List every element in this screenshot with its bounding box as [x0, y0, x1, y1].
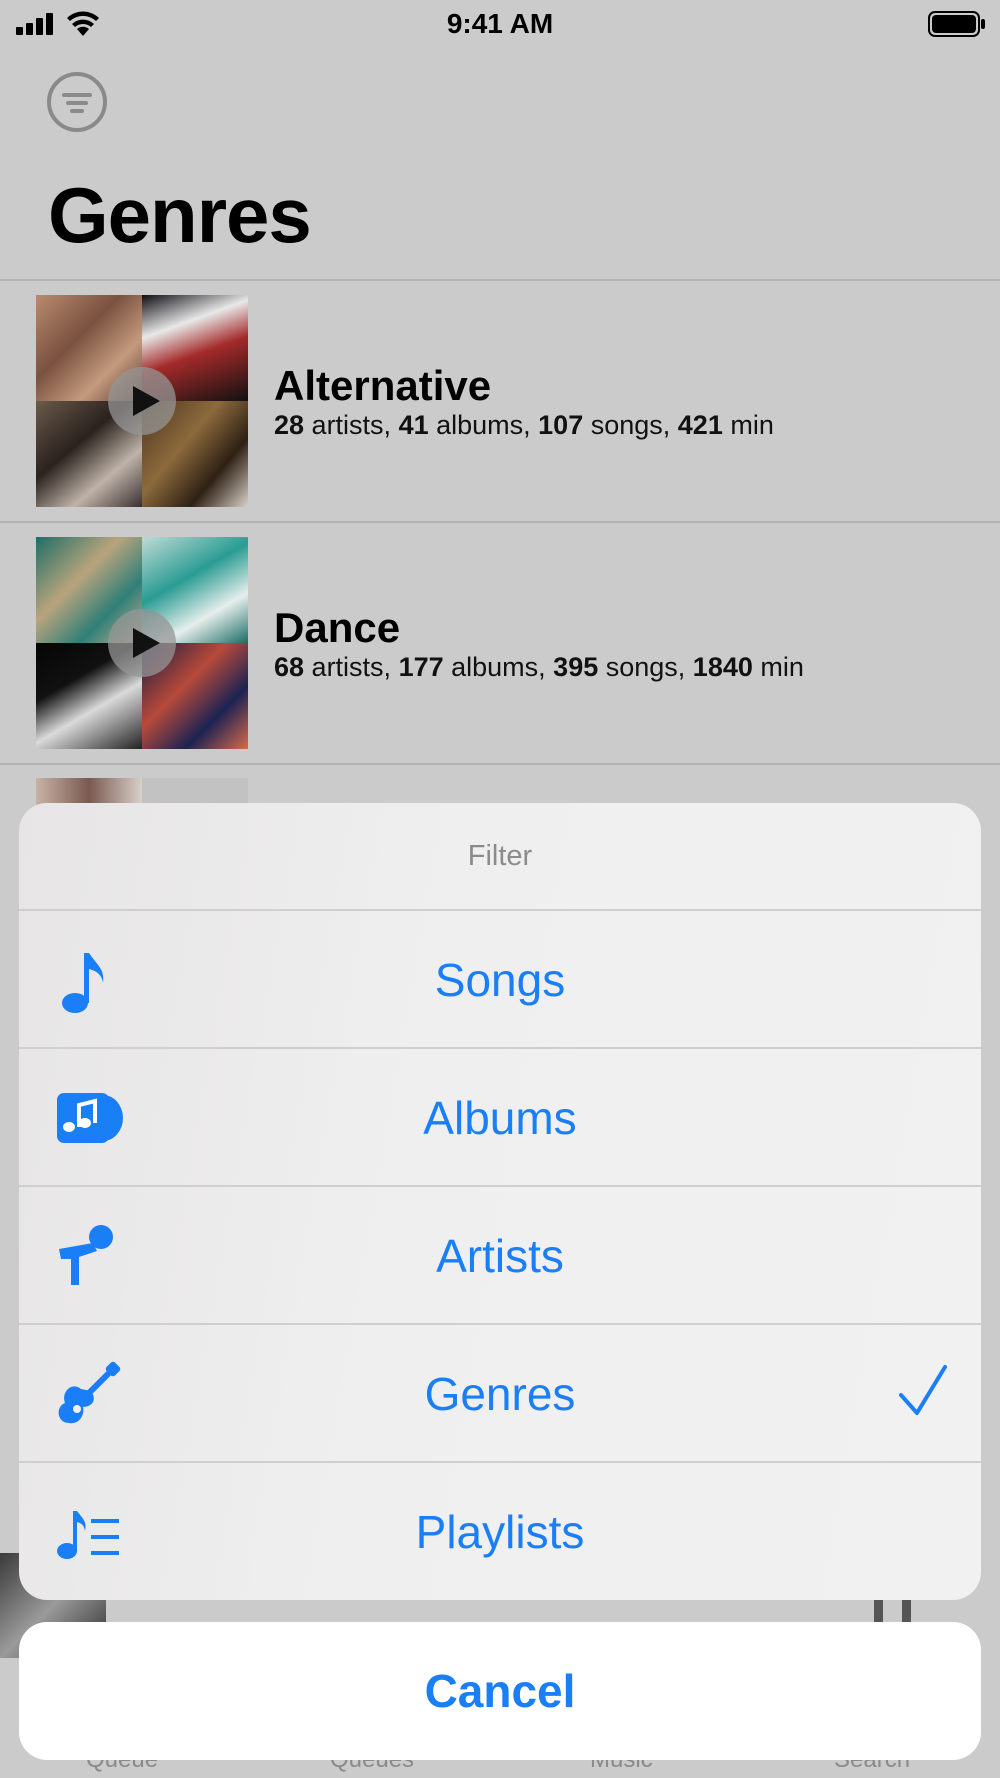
action-sheet-title: Filter [467, 840, 533, 872]
tab-bar: Queue Queues Music Search [0, 1760, 1000, 1778]
status-bar: 9:41 AM [0, 0, 1000, 50]
pause-icon [902, 1600, 911, 1622]
genre-artwork-partial [142, 778, 248, 806]
tab-music[interactable]: Music [590, 1760, 653, 1774]
filter-option-playlists[interactable]: Playlists [19, 1461, 981, 1599]
option-label: Playlists [415, 1506, 585, 1558]
status-time: 9:41 AM [446, 8, 554, 39]
filter-option-songs[interactable]: Songs [19, 909, 981, 1047]
genre-row-alternative[interactable]: Alternative 28 artists, 41 albums, 107 s… [0, 280, 1000, 520]
genre-stats: 28 artists, 41 albums, 107 songs, 421 mi… [274, 410, 774, 440]
tab-search[interactable]: Search [834, 1760, 910, 1774]
pause-icon [874, 1600, 883, 1622]
genre-name: Alternative [274, 362, 492, 409]
divider [0, 763, 1000, 765]
checkmark-icon [899, 1365, 947, 1415]
option-label: Artists [436, 1230, 564, 1282]
tab-queue[interactable]: Queue [86, 1760, 158, 1774]
play-button[interactable] [108, 609, 176, 677]
filter-option-artists[interactable]: Artists [19, 1185, 981, 1323]
cancel-button[interactable]: Cancel [19, 1622, 981, 1760]
filter-icon [62, 93, 92, 113]
battery-icon [928, 11, 985, 37]
filter-option-albums[interactable]: Albums [19, 1047, 981, 1185]
genre-row-dance[interactable]: Dance 68 artists, 177 albums, 395 songs,… [0, 522, 1000, 762]
option-label: Albums [423, 1092, 577, 1144]
filter-option-genres[interactable]: Genres [19, 1323, 981, 1461]
genre-name: Dance [274, 604, 401, 651]
genre-stats: 68 artists, 177 albums, 395 songs, 1840 … [274, 652, 804, 682]
filter-action-sheet: Filter Songs Albums Artists Genres Playl… [19, 803, 981, 1600]
option-label: Songs [434, 954, 566, 1006]
genre-artwork-partial [36, 778, 142, 806]
filter-button[interactable] [47, 72, 107, 132]
option-label: Genres [424, 1368, 576, 1420]
page-title: Genres [48, 171, 312, 259]
tab-queues[interactable]: Queues [330, 1760, 414, 1774]
play-button[interactable] [108, 367, 176, 435]
